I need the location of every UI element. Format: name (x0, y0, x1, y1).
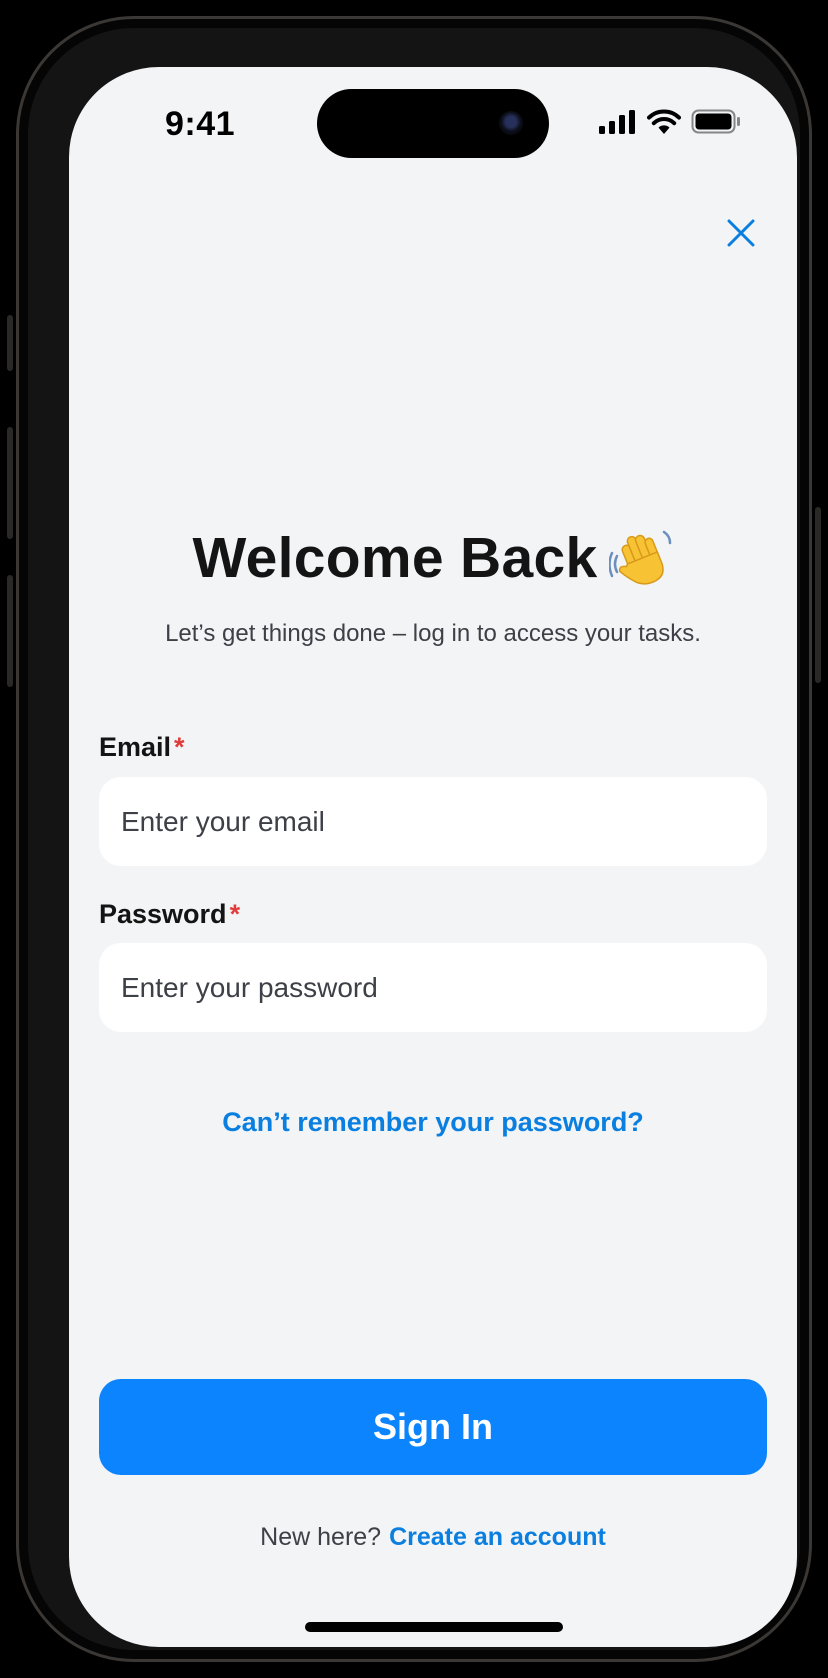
home-indicator[interactable] (305, 1622, 563, 1632)
waving-hand-emoji (609, 530, 672, 585)
status-icons (599, 109, 741, 134)
page-subtitle: Let’s get things done – log in to access… (165, 620, 701, 647)
battery-icon (691, 109, 740, 134)
password-input[interactable] (99, 943, 767, 1032)
forgot-password-link[interactable]: Can’t remember your password? (69, 1107, 797, 1138)
volume-up-button (7, 427, 13, 539)
password-label: Password * (99, 899, 240, 930)
signup-prompt: New here? Create an account (69, 1523, 797, 1552)
password-label-text: Password (99, 899, 227, 929)
create-account-link[interactable]: Create an account (389, 1523, 606, 1551)
dynamic-island (317, 89, 549, 158)
close-button[interactable] (711, 203, 771, 263)
power-button (815, 507, 821, 683)
cellular-signal-icon (599, 109, 635, 134)
close-icon (727, 219, 755, 247)
email-label-text: Email (99, 732, 172, 762)
wifi-icon (647, 109, 681, 134)
volume-down-button (7, 575, 13, 687)
camera-icon (499, 111, 523, 135)
welcome-heading: Welcome Back (69, 525, 797, 591)
app-screen: 9:41 Welcome Back Let’s get things done … (69, 67, 797, 1647)
required-marker: * (229, 899, 241, 929)
email-input[interactable] (99, 777, 767, 866)
email-label: Email * (99, 732, 185, 763)
action-button (7, 315, 13, 371)
required-marker: * (174, 732, 185, 762)
phone-frame: 9:41 Welcome Back Let’s get things done … (7, 16, 821, 1662)
sign-in-button[interactable]: Sign In (99, 1379, 767, 1475)
page-title: Welcome Back (192, 526, 598, 590)
status-time: 9:41 (165, 105, 236, 143)
new-here-text: New here? (260, 1523, 382, 1551)
